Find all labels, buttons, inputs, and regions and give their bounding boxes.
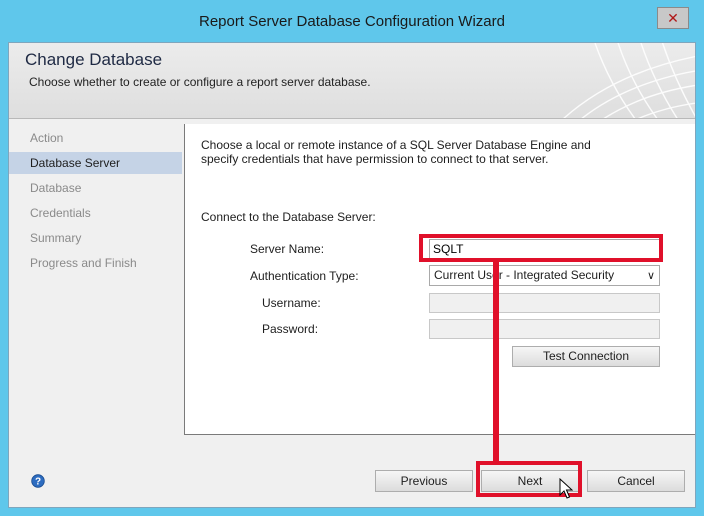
wizard-header: Change Database Choose whether to create… [9, 43, 695, 118]
password-label: Password: [262, 322, 319, 336]
nav-item-credentials[interactable]: Credentials [9, 202, 182, 224]
header-decoration-icon [563, 43, 695, 118]
password-input[interactable] [429, 319, 660, 339]
close-button[interactable]: ✕ [657, 7, 689, 29]
svg-text:?: ? [35, 477, 41, 488]
username-label: Username: [262, 296, 321, 310]
intro-text: Choose a local or remote instance of a S… [201, 138, 591, 166]
close-icon: ✕ [667, 9, 679, 26]
nav-item-progress-and-finish[interactable]: Progress and Finish [9, 252, 182, 274]
chevron-down-icon: ∨ [646, 270, 655, 282]
auth-type-label: Authentication Type: [250, 269, 359, 283]
nav-item-summary[interactable]: Summary [9, 227, 182, 249]
wizard-steps-nav: Action Database Server Database Credenti… [9, 124, 184, 435]
nav-item-database[interactable]: Database [9, 177, 182, 199]
auth-type-select[interactable]: Current User - Integrated Security ∨ [429, 265, 660, 286]
page-subtitle: Choose whether to create or configure a … [29, 75, 371, 89]
server-name-input[interactable] [429, 239, 660, 259]
nav-item-database-server[interactable]: Database Server [9, 152, 182, 174]
auth-type-value: Current User - Integrated Security [434, 268, 615, 282]
previous-button[interactable]: Previous [375, 470, 473, 492]
wizard-window: Report Server Database Configuration Wiz… [0, 0, 704, 516]
section-label: Connect to the Database Server: [201, 210, 376, 224]
window-title: Report Server Database Configuration Wiz… [199, 13, 505, 30]
nav-item-action[interactable]: Action [9, 127, 182, 149]
server-name-label: Server Name: [250, 242, 325, 256]
cancel-button[interactable]: Cancel [587, 470, 685, 492]
page-title: Change Database [25, 50, 163, 69]
wizard-client-area: Change Database Choose whether to create… [8, 42, 696, 508]
step-content-panel: Choose a local or remote instance of a S… [184, 124, 695, 435]
next-button[interactable]: Next [481, 470, 579, 492]
header-divider [9, 118, 695, 119]
test-connection-button[interactable]: Test Connection [512, 346, 660, 367]
title-bar: Report Server Database Configuration Wiz… [0, 0, 704, 42]
help-icon[interactable]: ? [31, 474, 45, 488]
username-input[interactable] [429, 293, 660, 313]
